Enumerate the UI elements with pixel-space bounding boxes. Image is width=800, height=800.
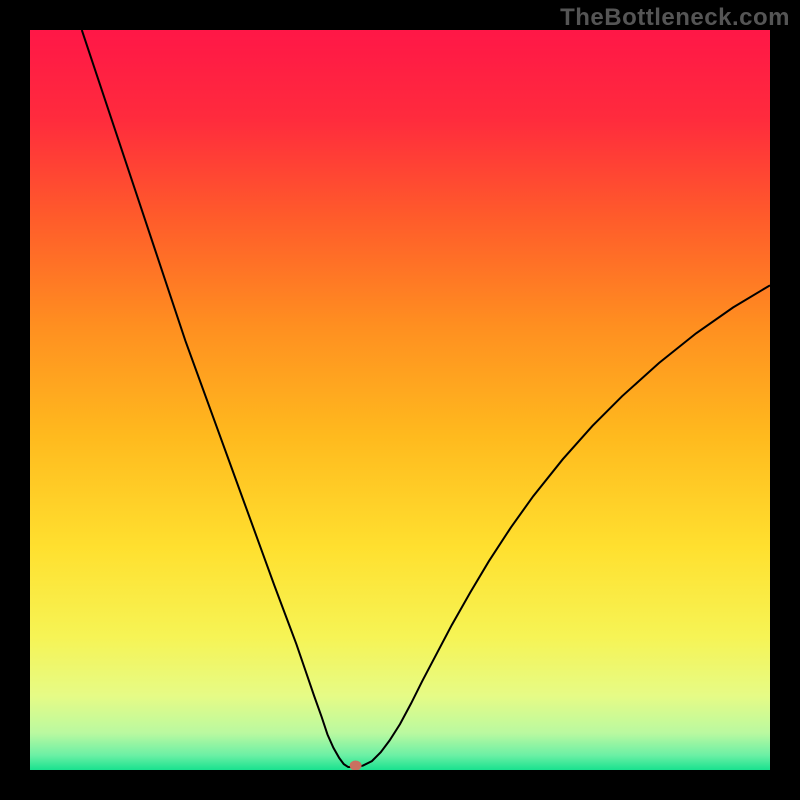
chart-frame: TheBottleneck.com [0, 0, 800, 800]
watermark-text: TheBottleneck.com [560, 4, 790, 32]
plot-area [30, 30, 770, 770]
gradient-background [30, 30, 770, 770]
bottleneck-chart [30, 30, 770, 770]
